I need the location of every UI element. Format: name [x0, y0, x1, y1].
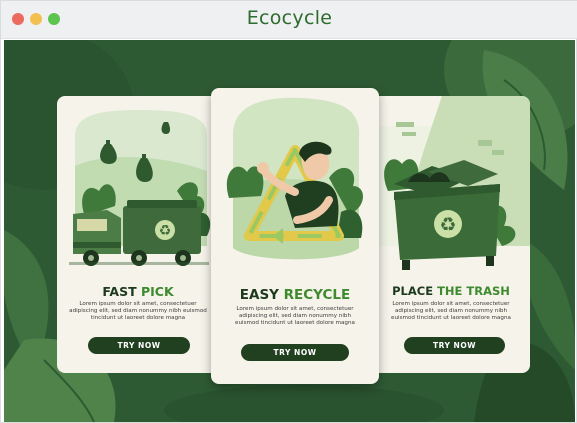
card-description: Lorem ipsum dolor sit amet, consectetuer… — [69, 301, 207, 322]
card-easy-recycle: EASY RECYCLE Lorem ipsum dolor sit amet,… — [211, 88, 379, 384]
card-title-word: PLACE — [392, 284, 434, 298]
onboarding-stage: ♻ FAST PICK Lorem ipsum dolor sit amet, … — [4, 40, 575, 422]
app-window: Ecocycle ♻ FAST PICK Lorem ipsum dolor s… — [0, 0, 577, 423]
dumpster-illustration: ♻ — [372, 96, 530, 270]
svg-text:♻: ♻ — [439, 214, 456, 236]
try-now-button[interactable]: TRY NOW — [88, 337, 190, 354]
card-title-accent: PICK — [140, 284, 174, 299]
try-now-button[interactable]: TRY NOW — [404, 337, 505, 354]
recycle-person-illustration — [226, 97, 364, 260]
card-fast-pick: ♻ FAST PICK Lorem ipsum dolor sit amet, … — [57, 96, 219, 373]
card-title-word: EASY — [239, 287, 279, 303]
try-now-button[interactable]: TRY NOW — [241, 344, 349, 361]
card-place-the-trash: ♻ PLACE THE TRASH Lorem ipsum dolor sit … — [372, 96, 530, 373]
card-title-accent: THE TRASH — [437, 284, 510, 298]
card-title-accent: RECYCLE — [283, 287, 351, 303]
card-title: FAST PICK — [57, 284, 219, 299]
card-description: Lorem ipsum dolor sit amet, consectetuer… — [235, 306, 355, 327]
card-title: EASY RECYCLE — [211, 287, 379, 303]
title-bar: Ecocycle — [1, 1, 577, 39]
garbage-truck-illustration: ♻ — [69, 110, 211, 266]
card-description: Lorem ipsum dolor sit amet, consectetuer… — [391, 301, 511, 322]
card-title: PLACE THE TRASH — [372, 284, 530, 298]
card-title-word: FAST — [102, 284, 137, 299]
window-title: Ecocycle — [246, 7, 333, 29]
svg-text:♻: ♻ — [159, 223, 172, 239]
